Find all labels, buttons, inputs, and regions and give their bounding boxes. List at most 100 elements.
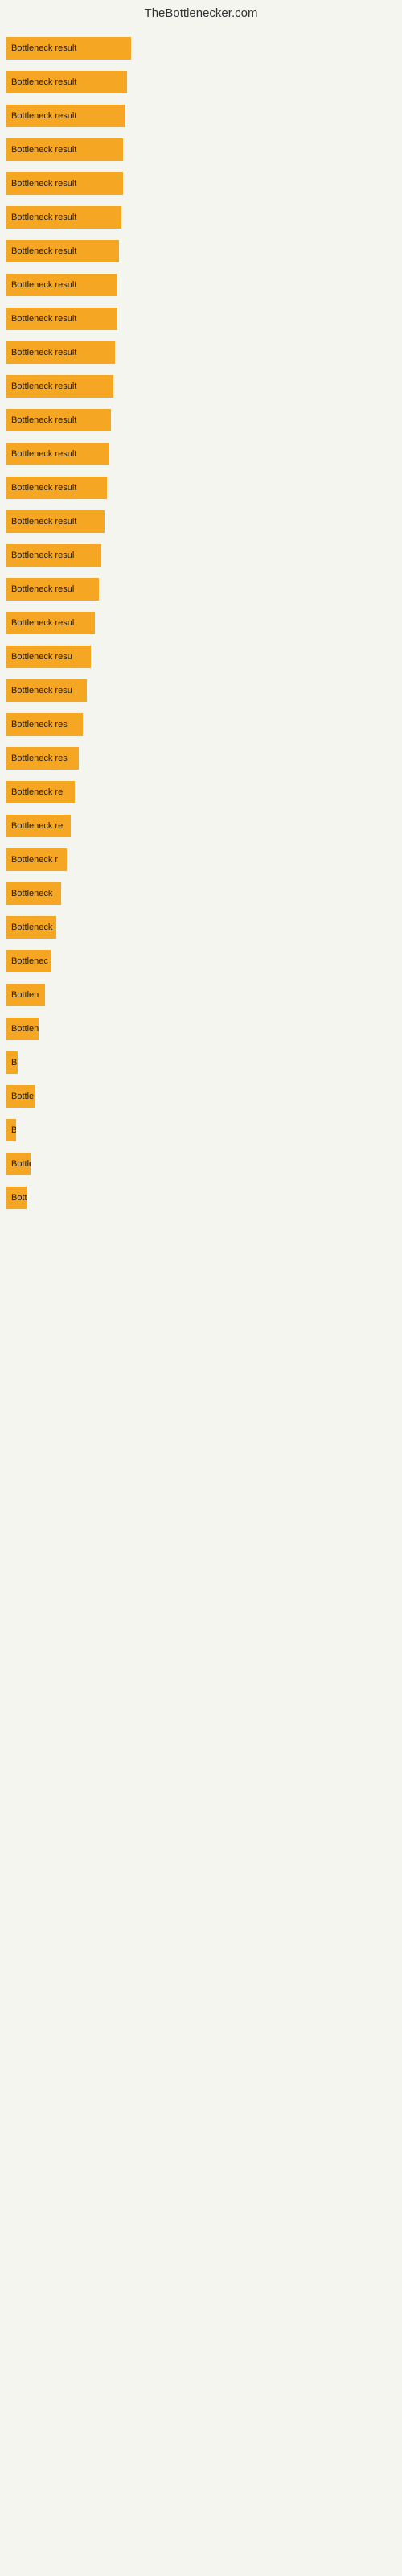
bar-row: B: [6, 1113, 402, 1147]
bottleneck-bar[interactable]: Bottleneck res: [6, 713, 83, 736]
bottleneck-bar[interactable]: Bottlen: [6, 1018, 39, 1040]
bottleneck-bar[interactable]: Bottleneck result: [6, 443, 109, 465]
bottleneck-bar[interactable]: Bottle: [6, 1153, 31, 1175]
bar-label: Bottleneck result: [11, 348, 76, 357]
bottleneck-bar[interactable]: Bottleneck resul: [6, 612, 95, 634]
bar-row: Bottleneck result: [6, 99, 402, 133]
bars-container: Bottleneck result Bottleneck result Bottle…: [0, 23, 402, 1215]
bar-row: Bottleneck result: [6, 437, 402, 471]
bar-row: Bottleneck resu: [6, 640, 402, 674]
bar-row: Bottleneck resul: [6, 539, 402, 572]
bottleneck-bar[interactable]: Bottlen: [6, 984, 45, 1006]
bottleneck-bar[interactable]: Bottleneck resu: [6, 646, 91, 668]
bar-label: Bottleneck result: [11, 415, 76, 425]
bottleneck-bar[interactable]: Bottlenec: [6, 950, 51, 972]
bar-label: Bottleneck re: [11, 787, 63, 797]
bottleneck-bar[interactable]: Bottleneck resu: [6, 679, 87, 702]
bar-row: Bottleneck result: [6, 471, 402, 505]
bar-label: Bottleneck resu: [11, 686, 72, 696]
bottleneck-bar[interactable]: Bottleneck res: [6, 747, 79, 770]
bar-label: Bottleneck result: [11, 111, 76, 121]
bar-label: Bottleneck result: [11, 246, 76, 256]
bar-row: Bottleneck result: [6, 505, 402, 539]
bar-row: B: [6, 1046, 402, 1080]
bottleneck-bar[interactable]: Bottleneck resul: [6, 578, 99, 601]
bottleneck-bar[interactable]: Bottleneck: [6, 882, 61, 905]
bottleneck-bar[interactable]: Bottleneck result: [6, 477, 107, 499]
bottleneck-bar[interactable]: Bottleneck r: [6, 848, 67, 871]
bar-row: Bottleneck result: [6, 234, 402, 268]
bottleneck-bar[interactable]: Bottleneck result: [6, 308, 117, 330]
bar-row: Bottleneck result: [6, 200, 402, 234]
bar-row: Bottleneck result: [6, 268, 402, 302]
bottleneck-bar[interactable]: Bottleneck result: [6, 375, 113, 398]
bottleneck-bar[interactable]: B: [6, 1051, 18, 1074]
bottleneck-bar[interactable]: Bottleneck result: [6, 172, 123, 195]
bar-label: Bottleneck res: [11, 753, 68, 763]
site-header: TheBottlenecker.com: [0, 0, 402, 23]
bar-label: Bottleneck result: [11, 213, 76, 222]
bar-row: Bottleneck: [6, 877, 402, 910]
bar-label: Bottle: [11, 1092, 34, 1101]
bottleneck-bar[interactable]: Bottleneck result: [6, 206, 121, 229]
bar-label: Bottlen: [11, 990, 39, 1000]
bar-label: Bottleneck result: [11, 145, 76, 155]
bar-label: Bottle: [11, 1159, 31, 1169]
bottleneck-bar[interactable]: Bott: [6, 1187, 27, 1209]
bar-label: B: [11, 1125, 16, 1135]
bottleneck-bar[interactable]: Bottleneck result: [6, 37, 131, 60]
bar-row: Bottleneck resul: [6, 572, 402, 606]
bar-label: Bottleneck result: [11, 77, 76, 87]
bar-row: Bottle: [6, 1080, 402, 1113]
bar-row: Bottleneck result: [6, 65, 402, 99]
bar-label: Bottleneck r: [11, 855, 58, 865]
bottleneck-bar[interactable]: Bottleneck resul: [6, 544, 101, 567]
bar-label: Bottleneck resul: [11, 618, 74, 628]
bar-label: Bottleneck res: [11, 720, 68, 729]
bar-row: Bottleneck res: [6, 708, 402, 741]
bottleneck-bar[interactable]: Bottleneck result: [6, 341, 115, 364]
bar-label: Bott: [11, 1193, 27, 1203]
bar-label: Bottleneck result: [11, 280, 76, 290]
bar-row: Bottlen: [6, 978, 402, 1012]
bottleneck-bar[interactable]: Bottleneck result: [6, 510, 105, 533]
bar-label: Bottleneck result: [11, 449, 76, 459]
bar-label: Bottleneck result: [11, 314, 76, 324]
bottleneck-bar[interactable]: Bottleneck result: [6, 105, 125, 127]
bottleneck-bar[interactable]: Bottleneck: [6, 916, 56, 939]
bar-row: Bott: [6, 1181, 402, 1215]
bar-label: Bottleneck result: [11, 43, 76, 53]
bar-row: Bottleneck resul: [6, 606, 402, 640]
bar-label: Bottleneck result: [11, 179, 76, 188]
bottleneck-bar[interactable]: Bottleneck result: [6, 240, 119, 262]
bottleneck-bar[interactable]: Bottleneck result: [6, 71, 127, 93]
bar-label: Bottleneck result: [11, 483, 76, 493]
bottleneck-bar[interactable]: B: [6, 1119, 16, 1141]
bottleneck-bar[interactable]: Bottleneck re: [6, 781, 75, 803]
bar-row: Bottleneck result: [6, 31, 402, 65]
bar-row: Bottleneck result: [6, 403, 402, 437]
bottleneck-bar[interactable]: Bottleneck result: [6, 409, 111, 431]
bar-row: Bottle: [6, 1147, 402, 1181]
bar-label: Bottleneck re: [11, 821, 63, 831]
bar-row: Bottleneck re: [6, 775, 402, 809]
bar-label: Bottleneck resul: [11, 584, 74, 594]
bar-row: Bottleneck res: [6, 741, 402, 775]
bar-row: Bottleneck resu: [6, 674, 402, 708]
bottleneck-bar[interactable]: Bottleneck result: [6, 138, 123, 161]
bar-row: Bottlenec: [6, 944, 402, 978]
bar-label: Bottleneck resul: [11, 551, 74, 560]
bar-label: Bottleneck: [11, 889, 52, 898]
bottleneck-bar[interactable]: Bottle: [6, 1085, 35, 1108]
bar-row: Bottleneck result: [6, 133, 402, 167]
bar-label: Bottleneck result: [11, 382, 76, 391]
bar-row: Bottleneck result: [6, 302, 402, 336]
bar-label: Bottleneck resu: [11, 652, 72, 662]
bar-row: Bottleneck r: [6, 843, 402, 877]
bar-row: Bottleneck re: [6, 809, 402, 843]
site-title: TheBottlenecker.com: [0, 0, 402, 23]
bottleneck-bar[interactable]: Bottleneck result: [6, 274, 117, 296]
bar-label: Bottlenec: [11, 956, 48, 966]
bar-row: Bottlen: [6, 1012, 402, 1046]
bottleneck-bar[interactable]: Bottleneck re: [6, 815, 71, 837]
